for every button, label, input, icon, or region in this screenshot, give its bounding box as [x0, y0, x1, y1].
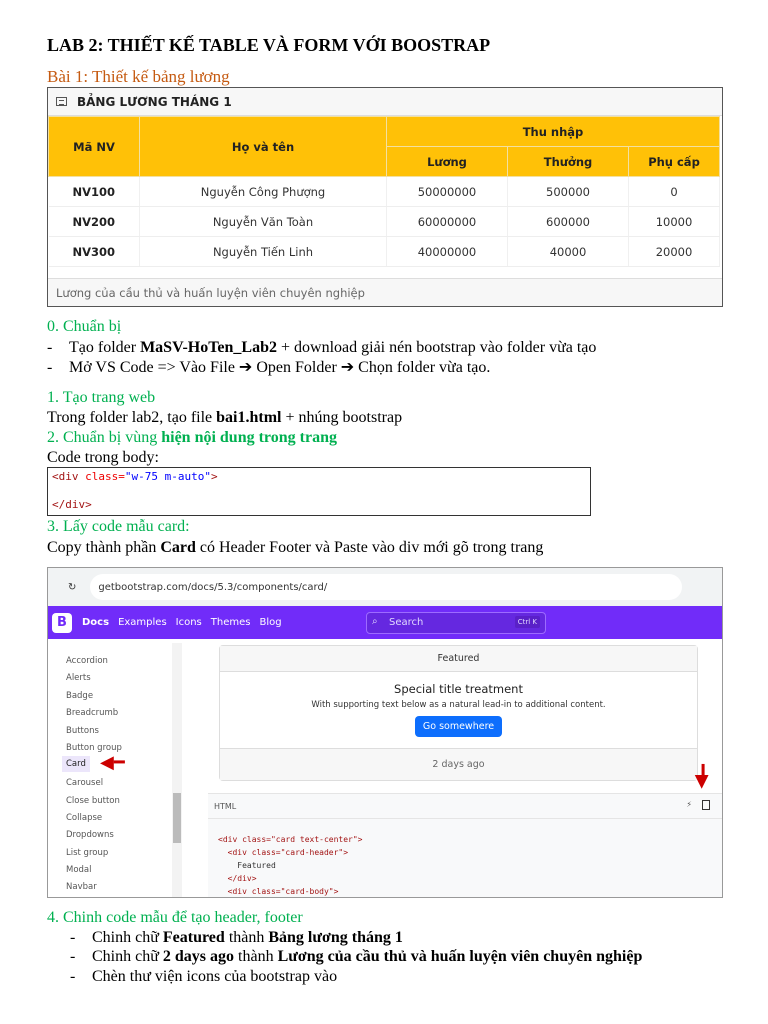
- search-box: ⌕ Search Ctrl K: [366, 612, 546, 634]
- cell: NV100: [48, 176, 140, 207]
- cell: 0: [628, 176, 720, 207]
- url-field: getbootstrap.com/docs/5.3/components/car…: [90, 574, 682, 600]
- table-row: NV200 Nguyễn Văn Toàn 60000000 600000 10000: [48, 206, 720, 237]
- cell: 50000000: [386, 176, 508, 207]
- step-line: - Chinh chữ Featured thành Bảng lương thá…: [70, 929, 403, 946]
- table-row: NV300 Nguyễn Tiến Linh 40000000 40000 20000: [48, 236, 720, 267]
- document-title: LAB 2: THIẾT KẾ TABLE VÀ FORM VỚI BOOSTR…: [47, 35, 491, 55]
- salary-table: Mã NV Họ và tên Thu nhập Lương Thưởng Phụ cấ…: [48, 116, 720, 267]
- cell: 600000: [507, 206, 629, 237]
- lightning-icon: ⚡: [686, 800, 692, 809]
- step-line: - Mở VS Code => Vào File ➔ Open Folder ➔ …: [47, 359, 491, 376]
- col-header: Họ và tên: [139, 116, 387, 177]
- bootstrap-logo: B: [52, 612, 72, 633]
- address-bar: ↻ getbootstrap.com/docs/5.3/components/ca…: [48, 568, 722, 606]
- exercise-heading: Bài 1: Thiết kế bảng lương: [47, 67, 230, 86]
- section-2-heading: 2. Chuẩn bị vùng hiện nội dung trong tra…: [47, 429, 337, 446]
- code-snippet: <div class="w-75 m-auto"> </div>: [47, 467, 591, 516]
- search-icon: ⌕: [372, 616, 378, 627]
- col-header: Thưởng: [507, 146, 629, 177]
- code-sample: <div class="card text-center"> <div clas…: [208, 819, 722, 897]
- cell: 60000000: [386, 206, 508, 237]
- nav-link: Icons: [175, 617, 202, 628]
- cell: NV300: [48, 236, 140, 267]
- nav-link: Blog: [259, 617, 282, 628]
- table-row: NV100 Nguyễn Công Phượng 50000000 500000 0: [48, 176, 720, 207]
- step-line: - Chèn thư viện icons của bootstrap vào: [70, 968, 338, 985]
- red-arrow-icon: ◀━: [100, 752, 125, 773]
- step-line: - Tạo folder MaSV-HoTen_Lab2 + download g…: [47, 339, 597, 356]
- reload-icon: ↻: [68, 581, 77, 593]
- col-header: Phụ cấp: [628, 146, 720, 177]
- cell: Nguyễn Văn Toàn: [139, 206, 387, 237]
- clipboard-icon: [702, 800, 710, 810]
- html-code-bar: HTML ⚡: [208, 793, 722, 819]
- col-header: Lương: [386, 146, 508, 177]
- red-arrow-icon: ━▶: [691, 764, 713, 789]
- go-somewhere-button: Go somewhere: [414, 716, 503, 737]
- step-line: - Chinh chữ 2 days ago thành Lương của cầ…: [70, 948, 643, 965]
- section-4-heading: 4. Chinh code mẫu để tạo header, footer: [47, 909, 303, 926]
- cell: 40000000: [386, 236, 508, 267]
- section-0-heading: 0. Chuẩn bị: [47, 318, 122, 335]
- nav-link: Themes: [210, 617, 251, 628]
- section-3-heading: 3. Lấy code mẫu card:: [47, 518, 190, 535]
- cell: Nguyễn Tiến Linh: [139, 236, 387, 267]
- nav-link: Docs: [82, 617, 110, 628]
- card-header-title: BẢNG LƯƠNG THÁNG 1: [77, 94, 232, 109]
- cell: 40000: [507, 236, 629, 267]
- card-footer: Lương của cầu thủ và huấn luyện viên chu…: [48, 278, 722, 306]
- card-header: BẢNG LƯƠNG THÁNG 1: [48, 88, 722, 116]
- col-header: Thu nhập: [386, 116, 720, 147]
- demo-card: Featured Special title treatment With su…: [219, 645, 698, 781]
- step-line: Copy thành phần Card có Header Footer và…: [47, 539, 544, 556]
- bootstrap-docs-screenshot: ↻ getbootstrap.com/docs/5.3/components/ca…: [47, 567, 723, 898]
- sidebar-scrollbar: [172, 643, 182, 897]
- section-1-heading: 1. Tạo trang web: [47, 389, 156, 406]
- step-line: Trong folder lab2, tạo file bai1.html + …: [47, 409, 403, 426]
- cell: NV200: [48, 206, 140, 237]
- col-header: Mã NV: [48, 116, 140, 177]
- salary-card: BẢNG LƯƠNG THÁNG 1 Mã NV Họ và tên Thu nhậ…: [47, 87, 723, 307]
- cell: Nguyễn Công Phượng: [139, 176, 387, 207]
- step-line: Code trong body:: [47, 449, 159, 466]
- cell: 20000: [628, 236, 720, 267]
- cell: 10000: [628, 206, 720, 237]
- list-icon: [56, 97, 67, 106]
- cell: 500000: [507, 176, 629, 207]
- nav-link: Examples: [118, 617, 167, 628]
